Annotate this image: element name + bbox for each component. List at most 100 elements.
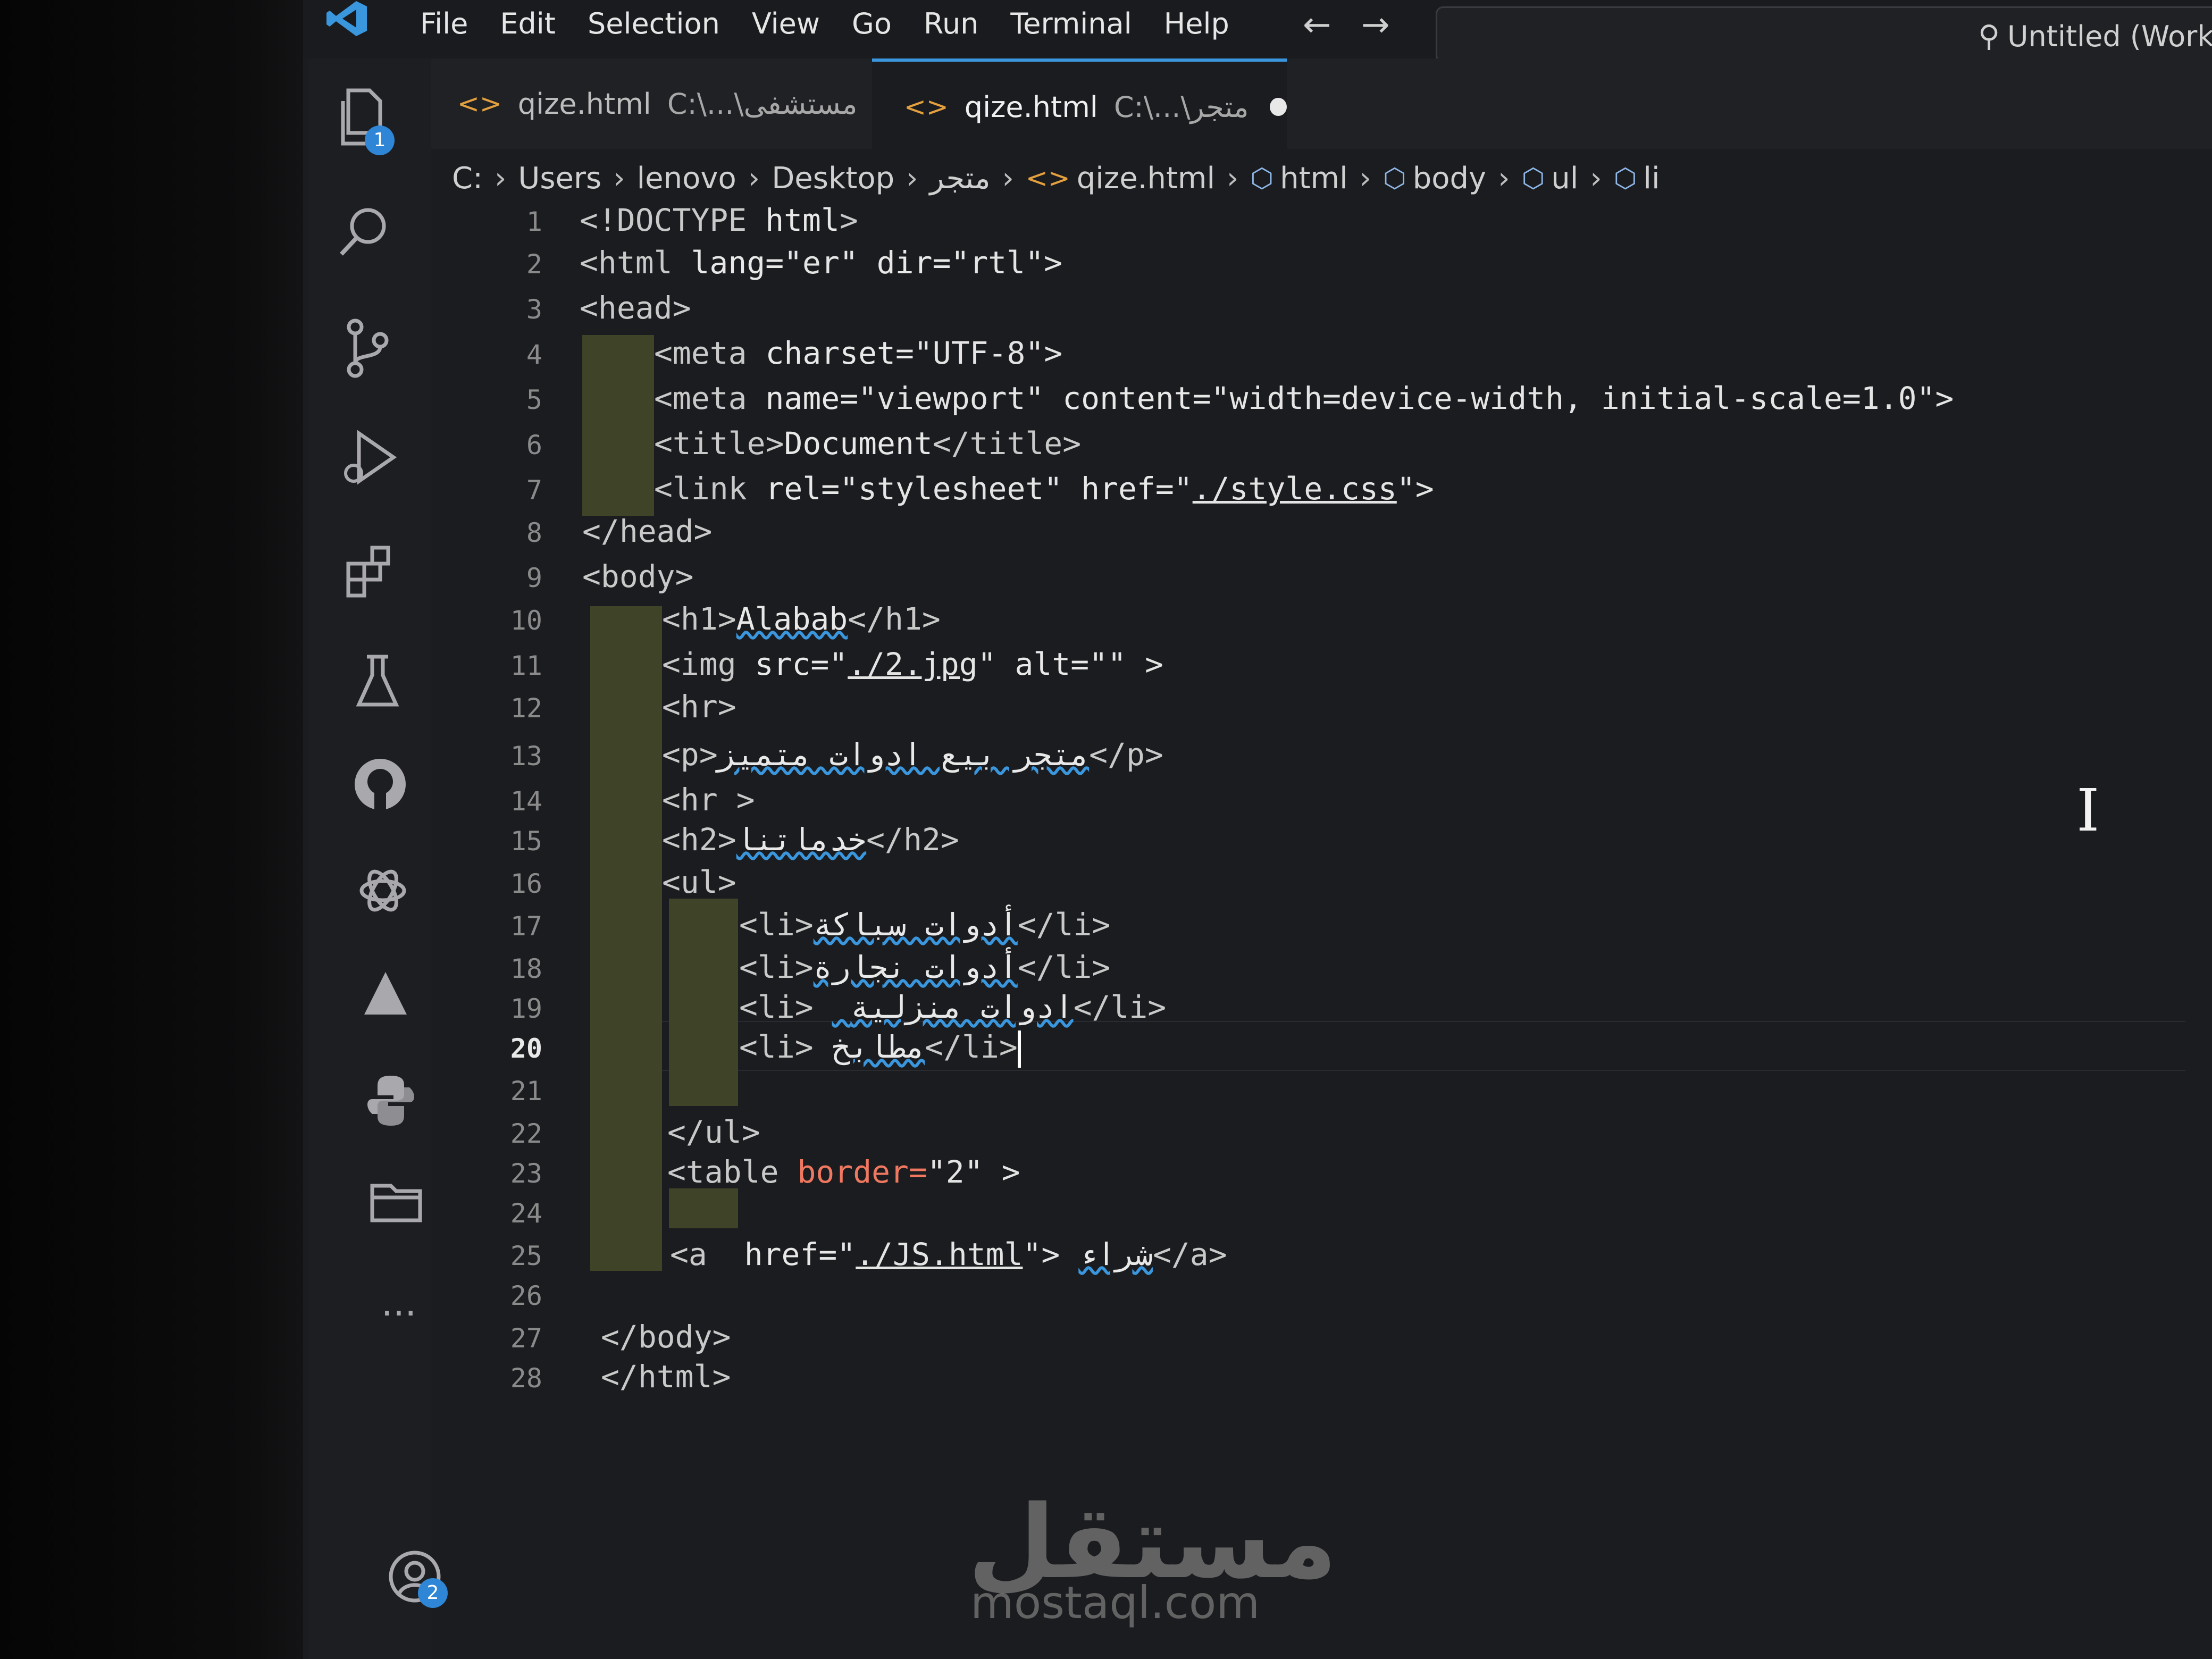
tab-bar: <> qize.html C:\...\مستشفى <> qize.html … <box>431 58 2212 152</box>
code-token: </a> <box>1152 1236 1227 1272</box>
menu-file[interactable]: File <box>404 0 484 48</box>
bell-shape-icon[interactable] <box>354 968 417 1032</box>
code-token: "UTF-8"> <box>914 335 1063 371</box>
menu-help[interactable]: Help <box>1148 0 1245 48</box>
code-token: content= <box>1062 380 1211 416</box>
code-token: " <box>1174 471 1193 507</box>
line-number: 15 <box>510 826 542 857</box>
code-token: lang= <box>691 245 784 281</box>
code-line[interactable]: </html> <box>601 1359 731 1395</box>
code-token: Document <box>784 425 933 462</box>
code-token: href= <box>744 1236 837 1272</box>
search-icon[interactable] <box>332 202 396 266</box>
breadcrumb-li[interactable]: li <box>1643 161 1660 196</box>
back-arrow-icon[interactable]: ← <box>1303 5 1331 45</box>
breadcrumb-lenovo[interactable]: lenovo <box>637 161 736 196</box>
command-center-label[interactable]: ⚲Untitled (Worksp <box>1978 19 2212 54</box>
unsaved-dot-icon[interactable] <box>1270 98 1287 116</box>
explorer-badge: 1 <box>365 125 395 155</box>
line-number: 25 <box>510 1241 542 1271</box>
code-line[interactable]: <ul> <box>662 864 736 900</box>
breadcrumb-body[interactable]: body <box>1413 161 1487 196</box>
code-editor[interactable]: 1 <!DOCTYPE html> 2 <html lang="er" dir="rt… <box>436 202 2212 1425</box>
line-number: 4 <box>526 339 542 370</box>
code-token: "viewport" <box>858 380 1063 416</box>
run-debug-icon[interactable] <box>338 428 401 492</box>
code-token: <a <box>670 1236 744 1272</box>
code-token: <title> <box>654 425 784 462</box>
breadcrumb-store-folder[interactable]: متجر <box>930 161 991 196</box>
code-line[interactable]: <li> ادوات منزلية</li> <box>739 989 1166 1025</box>
code-line[interactable]: </head> <box>582 513 712 549</box>
chevron-right-icon: › <box>1227 161 1239 196</box>
line-number: 13 <box>510 741 542 772</box>
code-line[interactable]: <li>أدوات نجارة</li> <box>739 949 1110 985</box>
code-line[interactable]: <link rel="stylesheet" href="./style.css… <box>654 471 1434 507</box>
more-icon[interactable]: ... <box>367 1271 431 1335</box>
code-token: خدماتنا <box>736 822 867 858</box>
source-control-icon[interactable] <box>335 316 399 380</box>
html-file-icon: <> <box>904 91 949 122</box>
code-token: </h1> <box>848 601 941 637</box>
menu-selection[interactable]: Selection <box>572 0 736 48</box>
code-token: <h1> <box>662 601 736 637</box>
line-number: 17 <box>510 911 542 942</box>
code-line[interactable]: <li> مطابخ</li> <box>739 1029 1021 1068</box>
chevron-right-icon: › <box>494 161 507 196</box>
menu-run[interactable]: Run <box>908 0 995 48</box>
code-token: "er" <box>784 245 877 281</box>
menu-go[interactable]: Go <box>836 0 908 48</box>
code-token: </body> <box>601 1319 731 1355</box>
chatgpt-icon[interactable] <box>351 861 415 925</box>
code-line[interactable]: <hr> <box>662 689 736 725</box>
accounts-badge: 2 <box>418 1578 448 1608</box>
code-token: rel= <box>765 471 840 507</box>
extensions-icon[interactable] <box>340 542 404 606</box>
breadcrumb-ul[interactable]: ul <box>1551 161 1578 196</box>
breadcrumb-desktop[interactable]: Desktop <box>772 161 894 196</box>
chevron-right-icon: › <box>1002 161 1014 196</box>
code-token: <li> <box>739 949 814 985</box>
menu-view[interactable]: View <box>736 0 836 48</box>
code-line[interactable]: <h1>Alabab</h1> <box>662 601 941 637</box>
line-number: 19 <box>510 993 542 1024</box>
code-line[interactable]: <body> <box>582 558 694 594</box>
code-line[interactable]: <li>أدوات سباكة</li> <box>739 907 1110 943</box>
tab-qize-store[interactable]: <> qize.html C:\...\متجر <box>872 58 1287 152</box>
html-file-icon: <> <box>1025 163 1070 194</box>
code-token: " <box>837 1236 856 1272</box>
code-token: <li> <box>739 907 814 943</box>
python-icon[interactable] <box>359 1071 423 1135</box>
code-line[interactable]: <head> <box>580 290 691 326</box>
code-line[interactable]: <p>متجر بيع ادوات متميز</p> <box>662 736 1163 773</box>
line-number: 7 <box>526 475 542 506</box>
code-line[interactable]: <html lang="er" dir="rtl"> <box>580 245 1062 281</box>
code-token: <html <box>580 245 691 281</box>
code-token: <body> <box>582 558 694 594</box>
line-number: 10 <box>510 605 542 636</box>
menu-terminal[interactable]: Terminal <box>994 0 1147 48</box>
code-line[interactable]: <table border="2" > <box>667 1154 1020 1190</box>
breadcrumb-users[interactable]: Users <box>518 161 601 196</box>
code-line[interactable]: <h2>خدماتنا</h2> <box>662 822 959 858</box>
code-line[interactable]: </ul> <box>667 1114 760 1150</box>
github-icon[interactable] <box>348 755 412 819</box>
menu-edit[interactable]: Edit <box>484 0 572 48</box>
line-number: 28 <box>510 1363 542 1394</box>
code-line[interactable]: <!DOCTYPE html> <box>580 202 858 238</box>
code-line[interactable]: <hr > <box>662 782 755 818</box>
code-line[interactable]: <img src="./2.jpg" alt="" > <box>662 646 1163 682</box>
code-line[interactable]: <meta charset="UTF-8"> <box>654 335 1062 371</box>
line-number: 11 <box>510 650 542 681</box>
code-line[interactable]: <a href="./JS.html"> شراء</a> <box>670 1236 1227 1272</box>
folder-icon[interactable] <box>364 1175 428 1239</box>
testing-flask-icon[interactable] <box>346 651 409 715</box>
code-line[interactable]: <title>Document</title> <box>654 425 1081 462</box>
code-line[interactable]: </body> <box>601 1319 731 1355</box>
code-token: " <box>829 646 848 682</box>
breadcrumb-html[interactable]: html <box>1280 161 1348 196</box>
breadcrumb-drive[interactable]: C: <box>452 161 483 196</box>
breadcrumb-file[interactable]: qize.html <box>1077 161 1215 196</box>
forward-arrow-icon[interactable]: → <box>1361 5 1390 45</box>
code-line[interactable]: <meta name="viewport" content="width=dev… <box>654 380 1954 416</box>
